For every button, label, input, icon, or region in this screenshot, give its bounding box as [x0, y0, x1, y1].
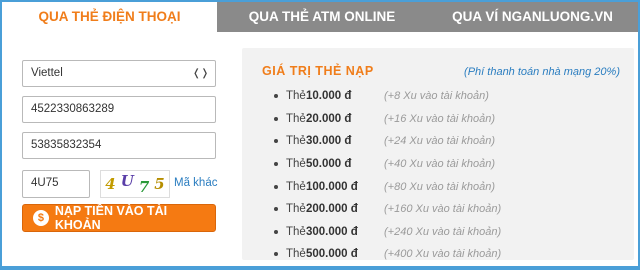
- captcha-char: 7: [138, 178, 150, 196]
- tab-atm-online[interactable]: QUA THẺ ATM ONLINE: [217, 2, 427, 32]
- rate-value: 100.000 đ: [306, 180, 358, 193]
- rate-item: Thẻ 200.000 đ (+160 Xu vào tài khoản): [274, 198, 501, 221]
- rate-item: Thẻ 500.000 đ (+400 Xu vào tài khoản): [274, 243, 501, 266]
- rate-bonus: (+24 Xu vào tài khoản): [384, 135, 495, 148]
- fee-note: (Phí thanh toán nhà mạng 20%): [464, 66, 620, 78]
- rate-item: Thẻ 30.000 đ (+24 Xu vào tài khoản): [274, 130, 501, 153]
- rate-item: Thẻ 10.000 đ (+8 Xu vào tài khoản): [274, 85, 501, 108]
- chevron-updown-icon: ❬❭: [192, 68, 209, 79]
- card-value-panel: GIÁ TRỊ THẺ NẠP (Phí thanh toán nhà mạng…: [242, 48, 634, 260]
- bullet-icon: [274, 207, 278, 212]
- bullet-icon: [274, 116, 278, 121]
- carrier-select[interactable]: Viettel ❬❭: [22, 60, 216, 87]
- bullet-icon: [274, 252, 278, 257]
- rate-bonus: (+40 Xu vào tài khoản): [384, 158, 495, 171]
- rate-bonus: (+80 Xu vào tài khoản): [384, 180, 495, 193]
- panel-title: GIÁ TRỊ THẺ NẠP: [262, 64, 374, 78]
- rate-prefix: Thẻ: [286, 225, 306, 238]
- rate-bonus: (+8 Xu vào tài khoản): [384, 90, 489, 103]
- bullet-icon: [274, 229, 278, 234]
- tab-nganluong-wallet[interactable]: QUA VÍ NGANLUONG.VN: [427, 2, 638, 32]
- captcha-char: 4: [105, 175, 116, 193]
- rate-item: Thẻ 20.000 đ (+16 Xu vào tài khoản): [274, 108, 501, 131]
- carrier-select-value: Viettel: [31, 67, 63, 79]
- bullet-icon: [274, 162, 278, 167]
- rate-prefix: Thẻ: [286, 248, 306, 261]
- card-number-input[interactable]: 4522330863289: [22, 96, 216, 123]
- rate-list: Thẻ 10.000 đ (+8 Xu vào tài khoản) Thẻ 2…: [274, 85, 501, 266]
- rate-value: 10.000 đ: [306, 90, 352, 103]
- rate-value: 50.000 đ: [306, 158, 352, 171]
- rate-item: Thẻ 50.000 đ (+40 Xu vào tài khoản): [274, 153, 501, 176]
- rate-prefix: Thẻ: [286, 112, 306, 125]
- captcha-image: 4 U 7 5: [100, 170, 170, 198]
- bullet-icon: [274, 94, 278, 99]
- rate-value: 500.000 đ: [306, 248, 358, 261]
- tab-phone-card[interactable]: QUA THẺ ĐIỆN THOẠI: [2, 2, 217, 33]
- rate-value: 300.000 đ: [306, 225, 358, 238]
- submit-label: NẠP TIỀN VÀO TÀI KHOẢN: [54, 204, 168, 232]
- bullet-icon: [274, 184, 278, 189]
- refresh-captcha-link[interactable]: Mã khác: [174, 177, 217, 189]
- rate-prefix: Thẻ: [286, 203, 306, 216]
- rate-prefix: Thẻ: [286, 135, 306, 148]
- rate-item: Thẻ 300.000 đ (+240 Xu vào tài khoản): [274, 221, 501, 244]
- rate-bonus: (+240 Xu vào tài khoản): [384, 225, 502, 238]
- serial-input[interactable]: 53835832354: [22, 132, 216, 159]
- rate-prefix: Thẻ: [286, 158, 306, 171]
- topup-widget: QUA THẺ ĐIỆN THOẠI QUA THẺ ATM ONLINE QU…: [0, 0, 640, 270]
- captcha-char: 5: [154, 175, 165, 193]
- rate-bonus: (+400 Xu vào tài khoản): [384, 248, 502, 261]
- dollar-coin-icon: $: [33, 210, 49, 226]
- submit-topup-button[interactable]: $ NẠP TIỀN VÀO TÀI KHOẢN: [22, 204, 216, 232]
- rate-value: 30.000 đ: [306, 135, 352, 148]
- captcha-input[interactable]: 4U75: [22, 170, 90, 198]
- captcha-char: U: [120, 172, 134, 190]
- rate-bonus: (+16 Xu vào tài khoản): [384, 112, 495, 125]
- rate-bonus: (+160 Xu vào tài khoản): [384, 203, 502, 216]
- rate-prefix: Thẻ: [286, 180, 306, 193]
- rate-value: 200.000 đ: [306, 203, 358, 216]
- bullet-icon: [274, 139, 278, 144]
- rate-item: Thẻ 100.000 đ (+80 Xu vào tài khoản): [274, 175, 501, 198]
- rate-prefix: Thẻ: [286, 90, 306, 103]
- rate-value: 20.000 đ: [306, 112, 352, 125]
- payment-tabs: QUA THẺ ĐIỆN THOẠI QUA THẺ ATM ONLINE QU…: [2, 2, 638, 33]
